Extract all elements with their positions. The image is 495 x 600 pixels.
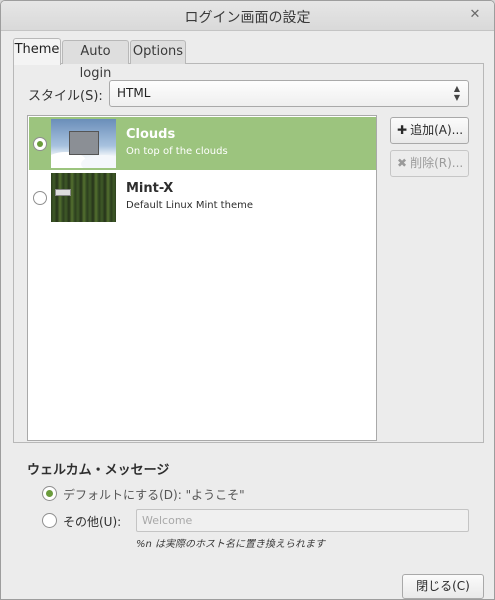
theme-description: Default Linux Mint theme: [126, 200, 253, 211]
theme-radio-mint-x[interactable]: [33, 191, 47, 205]
add-label: 追加(A)...: [410, 123, 464, 137]
default-welcome-radio[interactable]: [42, 486, 57, 501]
tab-options[interactable]: Options: [130, 40, 186, 64]
mint-x-thumbnail: [51, 173, 116, 222]
add-theme-button[interactable]: ✚ 追加(A)...: [390, 117, 469, 144]
theme-row-clouds[interactable]: Clouds On top of the clouds: [29, 117, 376, 170]
tab-theme[interactable]: Theme: [13, 38, 61, 65]
up-down-arrows-icon: ▲ ▼: [453, 84, 460, 102]
remove-theme-button[interactable]: ✖ 削除(R)...: [390, 150, 469, 177]
titlebar: ログイン画面の設定 ✕: [1, 1, 494, 31]
default-welcome-label[interactable]: デフォルトにする(D): "ようこそ": [63, 486, 245, 503]
remove-label: 削除(R)...: [410, 156, 464, 170]
login-settings-window: ログイン画面の設定 ✕ Theme Auto login Options スタイ…: [0, 0, 495, 600]
close-icon[interactable]: ✕: [467, 7, 483, 23]
style-select[interactable]: HTML ▲ ▼: [109, 80, 469, 107]
x-icon: ✖: [397, 156, 408, 170]
theme-name: Clouds: [126, 127, 176, 142]
hostname-hint: %n は実際のホスト名に置き換えられます: [136, 539, 326, 550]
style-label: スタイル(S):: [28, 89, 103, 104]
tab-auto-login[interactable]: Auto login: [62, 40, 129, 81]
plus-icon: ✚: [397, 123, 408, 137]
window-title: ログイン画面の設定: [184, 10, 311, 26]
other-welcome-label[interactable]: その他(U):: [63, 513, 121, 530]
theme-radio-clouds[interactable]: [33, 137, 47, 151]
other-welcome-radio[interactable]: [42, 513, 57, 528]
theme-name: Mint-X: [126, 181, 174, 196]
close-button[interactable]: 閉じる(C): [402, 574, 484, 599]
clouds-thumbnail: [51, 119, 116, 168]
welcome-message-heading: ウェルカム・メッセージ: [27, 463, 170, 478]
theme-description: On top of the clouds: [126, 146, 228, 157]
theme-row-mint-x[interactable]: Mint-X Default Linux Mint theme: [29, 171, 376, 224]
style-select-value: HTML: [117, 86, 151, 100]
welcome-message-input[interactable]: Welcome: [136, 509, 469, 532]
theme-list[interactable]: Clouds On top of the clouds Mint-X Defau…: [27, 115, 377, 441]
